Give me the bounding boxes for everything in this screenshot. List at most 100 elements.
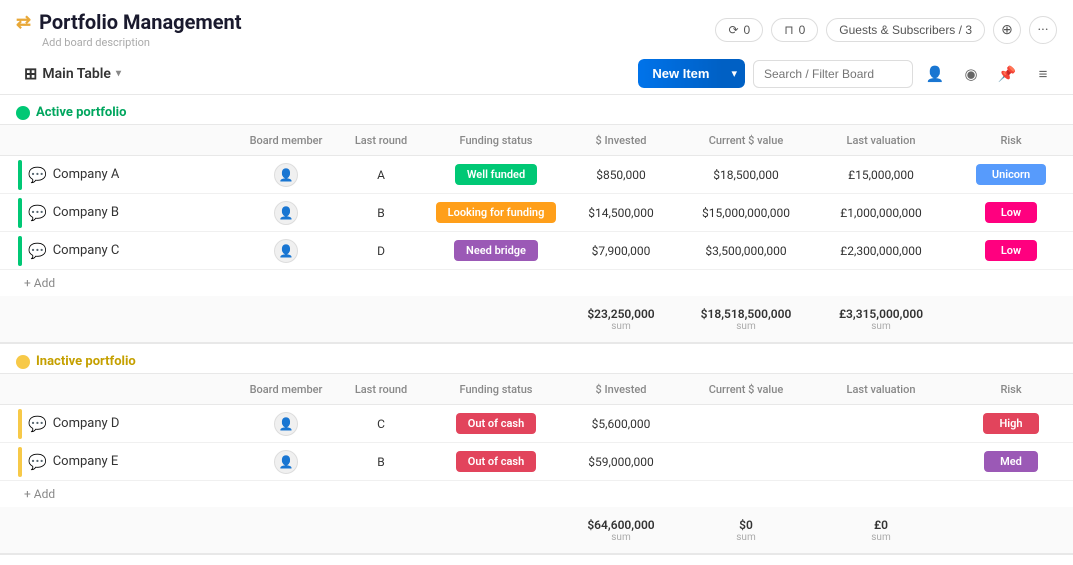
avatar: 👤 bbox=[274, 450, 298, 474]
funding-badge: Looking for funding bbox=[436, 202, 557, 223]
active-summary-row: $23,250,000 sum $18,518,500,000 sum £3,3… bbox=[0, 296, 1073, 344]
row-color-bar bbox=[18, 198, 22, 228]
invested-cell: $850,000 bbox=[566, 168, 676, 182]
invested-cell: $5,600,000 bbox=[566, 417, 676, 431]
automations-count: 0 bbox=[744, 23, 751, 37]
app-title-text: Portfolio Management bbox=[39, 10, 241, 34]
last-round-cell: B bbox=[336, 206, 426, 220]
row-name-cell: 💬 Company B bbox=[16, 198, 236, 228]
col-invested-i: $ Invested bbox=[566, 379, 676, 400]
automations-button[interactable]: ⟳ 0 bbox=[715, 18, 763, 42]
user-avatar-button[interactable]: 👤 bbox=[921, 60, 949, 88]
risk-cell: Unicorn bbox=[946, 164, 1073, 185]
risk-badge: Low bbox=[985, 202, 1037, 223]
funding-badge: Well funded bbox=[455, 164, 537, 185]
board-member-cell: 👤 bbox=[236, 239, 336, 263]
funding-badge: Need bridge bbox=[454, 240, 538, 261]
last-valuation-cell: £2,300,000,000 bbox=[816, 244, 946, 258]
last-round-cell: D bbox=[336, 244, 426, 258]
company-name: Company E bbox=[53, 454, 119, 469]
active-rows: 💬 Company A 👤 A Well funded $850,000 $18… bbox=[0, 156, 1073, 270]
invested-cell: $14,500,000 bbox=[566, 206, 676, 220]
avatar: 👤 bbox=[274, 412, 298, 436]
table-row: 💬 Company C 👤 D Need bridge $7,900,000 $… bbox=[0, 232, 1073, 270]
guests-button[interactable]: Guests & Subscribers / 3 bbox=[826, 18, 985, 42]
funding-badge: Out of cash bbox=[456, 451, 536, 472]
col-board-member: Board member bbox=[236, 130, 336, 151]
app-header: ⇄ Portfolio Management Add board descrip… bbox=[0, 0, 1073, 53]
row-name-cell: 💬 Company D bbox=[16, 409, 236, 439]
current-value-cell: $18,500,000 bbox=[676, 168, 816, 182]
invite-icon-button[interactable]: ⊕ bbox=[993, 16, 1021, 44]
filter-icon-button[interactable]: ≡ bbox=[1029, 60, 1057, 88]
integrations-button[interactable]: ⊓ 0 bbox=[771, 18, 818, 42]
row-name-cell: 💬 Company C bbox=[16, 236, 236, 266]
chevron-down-icon: ▾ bbox=[116, 68, 121, 79]
company-name: Company B bbox=[53, 205, 119, 220]
active-add-row[interactable]: + Add bbox=[0, 270, 1073, 296]
company-name: Company D bbox=[53, 416, 120, 431]
table-row: 💬 Company E 👤 B Out of cash $59,000,000 … bbox=[0, 443, 1073, 481]
table-row: 💬 Company A 👤 A Well funded $850,000 $18… bbox=[0, 156, 1073, 194]
search-input[interactable] bbox=[753, 60, 913, 88]
column-headers-active: Board member Last round Funding status $… bbox=[0, 124, 1073, 156]
comment-icon[interactable]: 💬 bbox=[28, 415, 47, 433]
col-current-value: Current $ value bbox=[676, 130, 816, 151]
funding-status-cell: Well funded bbox=[426, 164, 566, 185]
active-sum-current: $18,518,500,000 sum bbox=[676, 307, 816, 332]
col-name bbox=[16, 136, 236, 144]
guests-label: Guests & Subscribers / 3 bbox=[839, 23, 972, 37]
new-item-dropdown-button[interactable]: ▾ bbox=[723, 59, 745, 88]
inactive-add-row[interactable]: + Add bbox=[0, 481, 1073, 507]
row-name-cell: 💬 Company E bbox=[16, 447, 236, 477]
last-valuation-cell: £1,000,000,000 bbox=[816, 206, 946, 220]
inactive-sum-current: $0 sum bbox=[676, 518, 816, 543]
board-member-cell: 👤 bbox=[236, 163, 336, 187]
integrations-count: 0 bbox=[799, 23, 806, 37]
board-description[interactable]: Add board description bbox=[42, 36, 241, 49]
more-options-button[interactable]: ··· bbox=[1029, 16, 1057, 44]
funding-status-cell: Out of cash bbox=[426, 413, 566, 434]
invested-cell: $59,000,000 bbox=[566, 455, 676, 469]
comment-icon[interactable]: 💬 bbox=[28, 453, 47, 471]
active-sum-valuation: £3,315,000,000 sum bbox=[816, 307, 946, 332]
main-table-label: Main Table bbox=[42, 66, 111, 82]
new-item-label: New Item bbox=[652, 66, 709, 81]
pin-icon-button[interactable]: 📌 bbox=[993, 60, 1021, 88]
inactive-group-header: Inactive portfolio bbox=[0, 344, 1073, 373]
active-group-header: Active portfolio bbox=[0, 95, 1073, 124]
comment-icon[interactable]: 💬 bbox=[28, 242, 47, 260]
inactive-sum-valuation: £0 sum bbox=[816, 518, 946, 543]
funding-status-cell: Looking for funding bbox=[426, 202, 566, 223]
risk-badge: Unicorn bbox=[976, 164, 1046, 185]
comment-icon[interactable]: 💬 bbox=[28, 204, 47, 222]
new-item-button[interactable]: New Item bbox=[638, 59, 723, 88]
table-row: 💬 Company B 👤 B Looking for funding $14,… bbox=[0, 194, 1073, 232]
row-color-bar bbox=[18, 160, 22, 190]
integrations-icon: ⊓ bbox=[784, 23, 793, 37]
active-sum-invested: $23,250,000 sum bbox=[566, 307, 676, 332]
avatar: 👤 bbox=[274, 163, 298, 187]
active-group-title: Active portfolio bbox=[36, 105, 126, 120]
risk-cell: High bbox=[946, 413, 1073, 434]
col-funding-i: Funding status bbox=[426, 379, 566, 400]
last-round-cell: B bbox=[336, 455, 426, 469]
current-value-cell: $3,500,000,000 bbox=[676, 244, 816, 258]
comment-icon[interactable]: 💬 bbox=[28, 166, 47, 184]
column-headers-inactive: Board member Last round Funding status $… bbox=[0, 373, 1073, 405]
risk-cell: Low bbox=[946, 202, 1073, 223]
col-last-valuation: Last valuation bbox=[816, 130, 946, 151]
app-title: ⇄ Portfolio Management bbox=[16, 10, 241, 34]
board-icon: ⇄ bbox=[16, 12, 31, 33]
inactive-group-title: Inactive portfolio bbox=[36, 354, 136, 369]
main-table-button[interactable]: ⊞ Main Table ▾ bbox=[16, 60, 129, 87]
toolbar: ⊞ Main Table ▾ New Item ▾ 👤 ◉ 📌 ≡ bbox=[0, 53, 1073, 95]
eye-icon-button[interactable]: ◉ bbox=[957, 60, 985, 88]
active-portfolio-group: Active portfolio Board member Last round… bbox=[0, 95, 1073, 344]
board-member-cell: 👤 bbox=[236, 450, 336, 474]
inactive-rows: 💬 Company D 👤 C Out of cash $5,600,000 H… bbox=[0, 405, 1073, 481]
col-last-round: Last round bbox=[336, 130, 426, 151]
funding-badge: Out of cash bbox=[456, 413, 536, 434]
col-current-i: Current $ value bbox=[676, 379, 816, 400]
new-item-group: New Item ▾ bbox=[638, 59, 745, 88]
